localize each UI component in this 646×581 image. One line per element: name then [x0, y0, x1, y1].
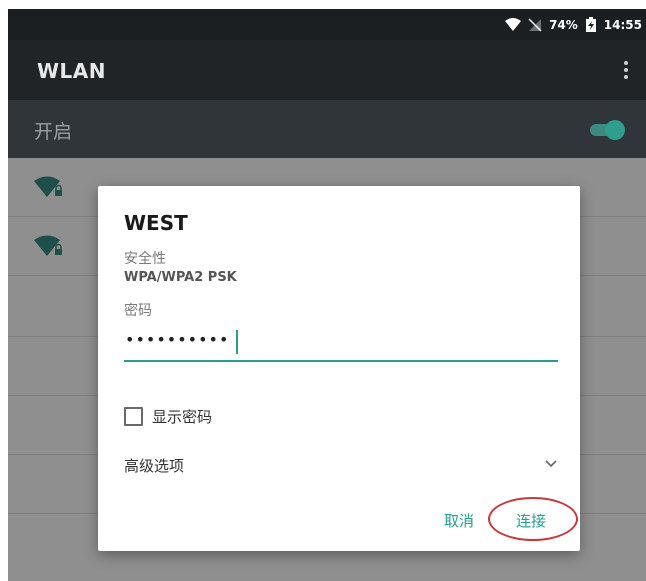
wlan-switch-bar[interactable]: 开启 — [8, 100, 646, 158]
wifi-icon — [505, 17, 522, 31]
show-password-checkbox[interactable]: 显示密码 — [124, 405, 212, 427]
checkbox-box[interactable] — [124, 406, 143, 426]
security-label: 安全性 — [124, 251, 166, 267]
wlan-toggle[interactable] — [588, 118, 626, 140]
wlan-switch-label: 开启 — [34, 121, 73, 143]
password-input[interactable]: •••••••••• — [124, 326, 558, 362]
password-label: 密码 — [124, 303, 152, 319]
battery-percent: 74% — [549, 17, 578, 32]
wifi-locked-icon — [34, 176, 62, 197]
security-value: WPA/WPA2 PSK — [124, 270, 237, 285]
status-bar: 74% 14:55 — [8, 9, 646, 40]
wifi-locked-icon — [34, 235, 62, 256]
no-sim-icon — [528, 17, 542, 32]
advanced-options-row[interactable]: 高级选项 — [124, 452, 558, 478]
cancel-button[interactable]: 取消 — [444, 510, 474, 531]
chevron-down-icon[interactable] — [544, 456, 558, 470]
app-bar: WLAN — [8, 40, 646, 100]
clock: 14:55 — [603, 17, 642, 32]
password-value: •••••••••• — [125, 330, 230, 349]
wifi-connect-dialog: WEST 安全性 WPA/WPA2 PSK 密码 •••••••••• 显示密码… — [98, 186, 580, 551]
battery-charging-icon — [585, 16, 596, 32]
overflow-menu-icon[interactable] — [614, 56, 638, 84]
text-caret — [236, 330, 238, 354]
page-title: WLAN — [37, 59, 107, 83]
connect-button[interactable]: 连接 — [516, 510, 546, 531]
advanced-options-label: 高级选项 — [124, 457, 185, 475]
dialog-title: WEST — [124, 211, 188, 235]
show-password-label: 显示密码 — [152, 407, 213, 426]
phone-screen: 74% 14:55 WLAN 开启 WEST 安全性 WPA/WPA2 PSK … — [8, 9, 646, 581]
